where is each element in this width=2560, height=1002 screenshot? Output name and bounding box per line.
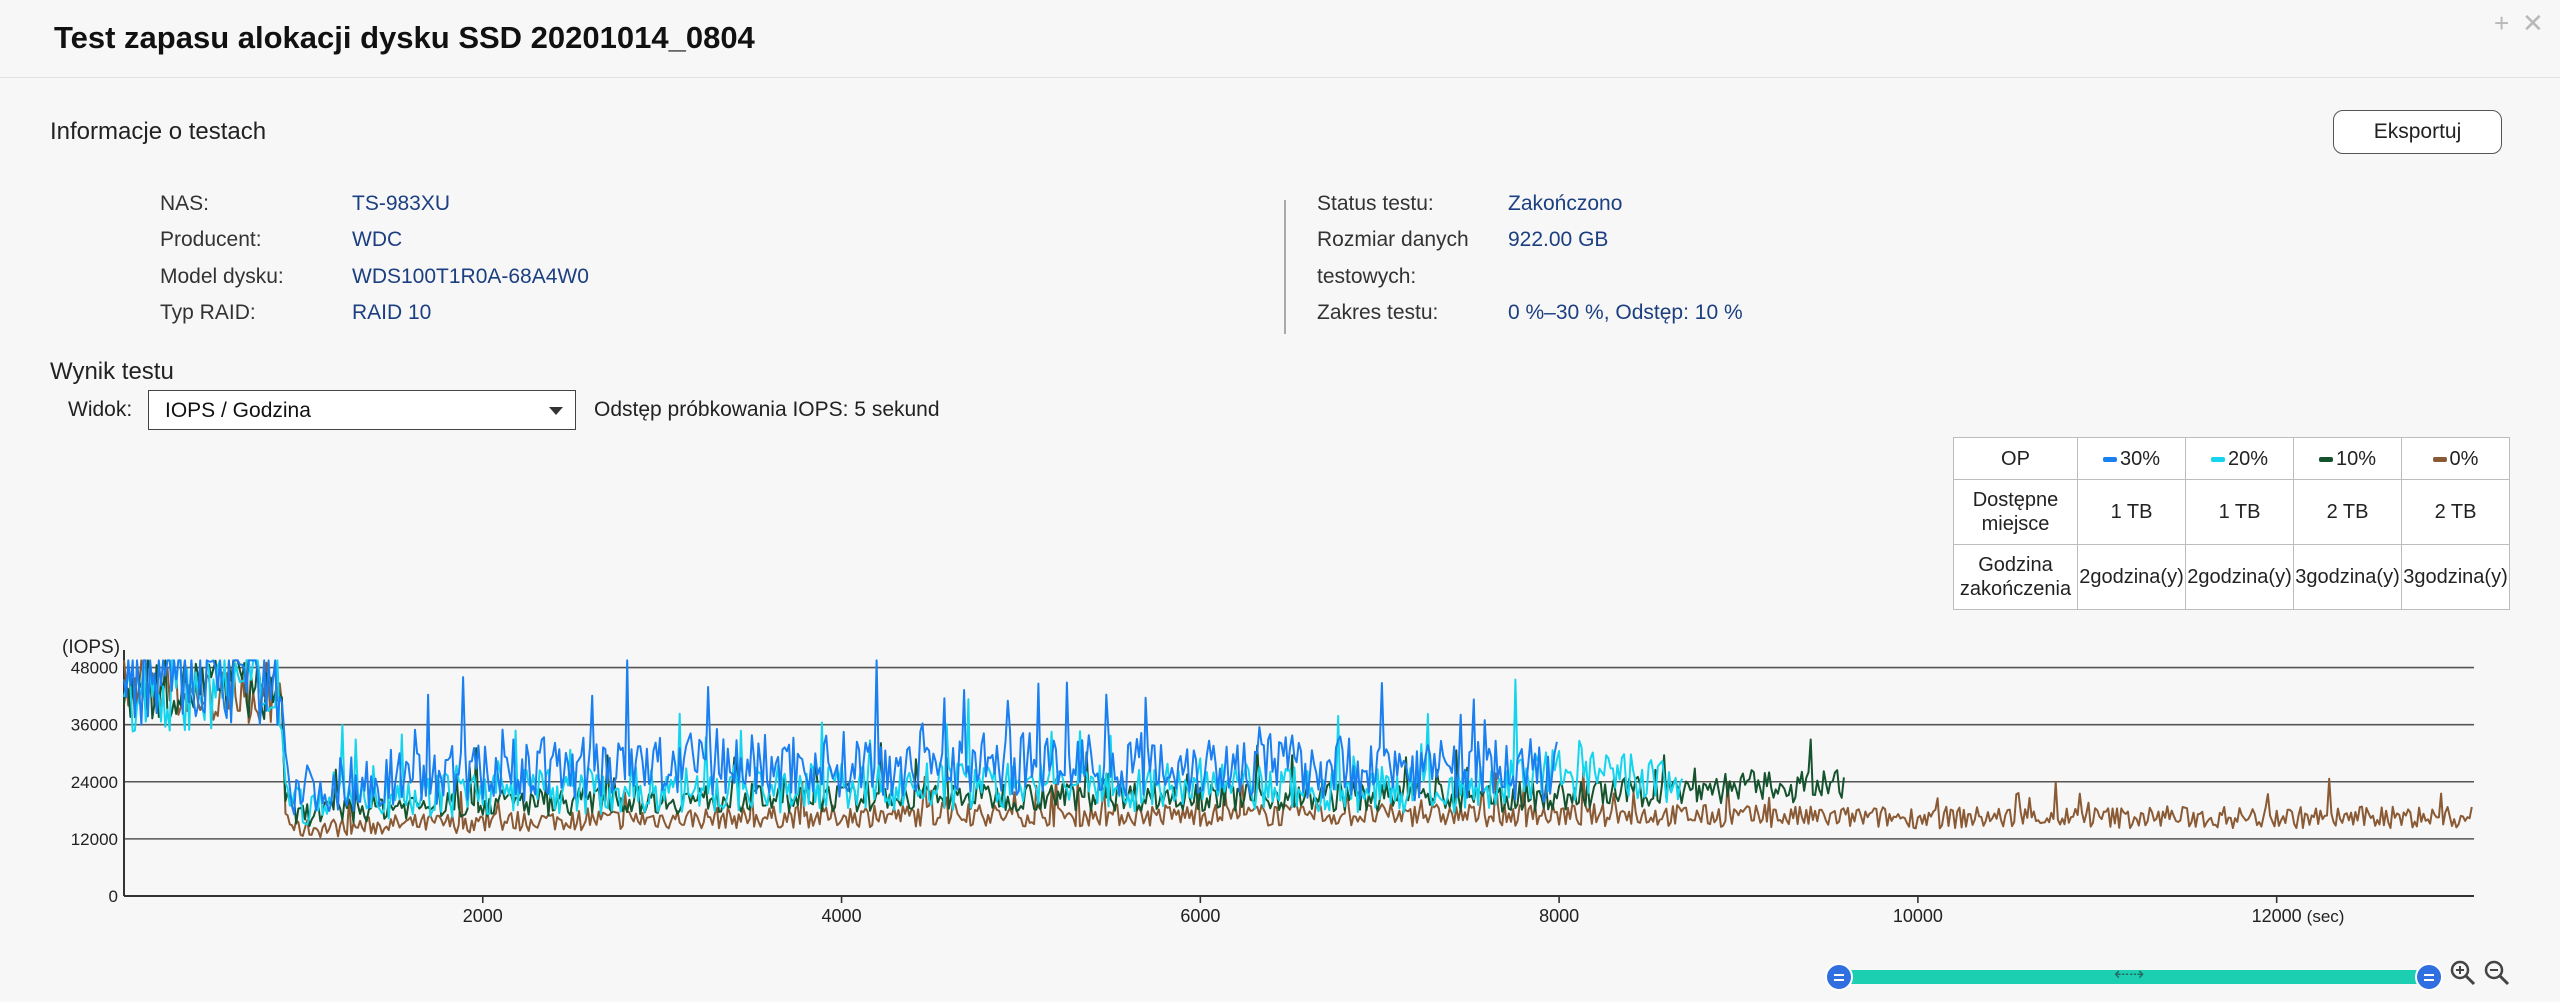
test-range-label: Zakres testu: <box>1317 301 1439 324</box>
y-tick-label-36000: 36000 <box>71 716 118 735</box>
op-col-20-label: 20% <box>2227 447 2269 470</box>
data-size-label-2: testowych: <box>1317 265 1417 288</box>
export-button[interactable]: Eksportuj <box>2333 110 2502 154</box>
vendor-value: WDC <box>352 228 403 251</box>
x-tick-label-10000: 10000 <box>1893 906 1943 926</box>
x-tick-label-4000: 4000 <box>822 906 862 926</box>
legend-mark-20 <box>2210 456 2225 462</box>
pan-arrows-icon[interactable]: ⇠⇢ <box>2114 964 2144 985</box>
op-time-label-2: zakończenia <box>1959 578 2072 600</box>
view-label: Widok: <box>68 398 133 421</box>
op-table: OP 30% 20% 10% 0% Dostępne miejsce 1 TB 1… <box>1953 437 2510 610</box>
legend-mark-10 <box>2318 456 2333 462</box>
op-col-0: 0% <box>2401 437 2510 480</box>
info-divider <box>1284 200 1286 334</box>
x-axis-unit-label: (sec) <box>2307 907 2345 926</box>
y-tick-label-0: 0 <box>109 887 118 906</box>
y-tick-label-24000: 24000 <box>71 773 118 792</box>
close-icon[interactable]: ✕ <box>2522 8 2544 38</box>
result-section-title: Wynik testu <box>50 358 174 385</box>
op-space-label: Dostępne miejsce <box>1953 479 2078 545</box>
page-title: Test zapasu alokacji dysku SSD 20201014_… <box>54 20 755 55</box>
y-tick-label-48000: 48000 <box>71 659 118 678</box>
disk-model-label: Model dysku: <box>160 265 284 288</box>
op-time-label: Godzina zakończenia <box>1953 544 2078 610</box>
x-tick-label-8000: 8000 <box>1539 906 1579 926</box>
view-select-value: IOPS / Godzina <box>165 399 311 422</box>
test-status-label: Status testu: <box>1317 192 1434 215</box>
op-col-30: 30% <box>2077 437 2186 480</box>
op-col-30-label: 30% <box>2119 447 2161 470</box>
nas-value: TS-983XU <box>352 192 451 215</box>
zoom-out-icon[interactable] <box>2482 958 2512 988</box>
op-time-row: Godzina zakończenia 2godzina(y) 2godzina(… <box>1953 544 2510 610</box>
op-header-row: OP 30% 20% 10% 0% <box>1953 437 2510 480</box>
nas-label: NAS: <box>160 192 210 215</box>
op-time-10: 3godzina(y) <box>2293 544 2402 610</box>
x-tick-label-12000: 12000 <box>2252 906 2302 926</box>
op-col-0-label: 0% <box>2449 447 2479 470</box>
disk-model-value: WDS100T1R0A-68A4W0 <box>352 265 589 288</box>
x-tick-label-2000: 2000 <box>463 906 503 926</box>
zoom-range-end-handle[interactable] <box>2415 963 2443 991</box>
op-space-10: 2 TB <box>2293 479 2402 545</box>
op-header-cell: OP <box>1953 437 2078 480</box>
test-range-value: 0 %–30 %, Odstęp: 10 % <box>1508 301 1743 324</box>
op-space-label-2: miejsce <box>1981 513 2050 535</box>
op-col-10-label: 10% <box>2335 447 2377 470</box>
op-space-label-1: Dostępne <box>1972 489 2059 511</box>
legend-mark-30 <box>2102 456 2117 462</box>
data-size-label: Rozmiar danych <box>1317 228 1469 251</box>
zoom-range-start-handle[interactable] <box>1825 963 1853 991</box>
title-bar: Test zapasu alokacji dysku SSD 20201014_… <box>0 0 2560 78</box>
x-tick-label-6000: 6000 <box>1180 906 1220 926</box>
sampling-interval-text: Odstęp próbkowania IOPS: 5 sekund <box>594 398 940 421</box>
y-tick-label-12000: 12000 <box>71 830 118 849</box>
raid-type-label: Typ RAID: <box>160 301 256 324</box>
legend-mark-0 <box>2432 456 2447 462</box>
op-time-30: 2godzina(y) <box>2077 544 2186 610</box>
test-status-value: Zakończono <box>1508 192 1623 215</box>
data-size-value: 922.00 GB <box>1508 228 1609 251</box>
raid-type-value: RAID 10 <box>352 301 432 324</box>
chevron-down-icon <box>549 407 563 415</box>
view-select[interactable]: IOPS / Godzina <box>148 390 576 430</box>
op-space-row: Dostępne miejsce 1 TB 1 TB 2 TB 2 TB <box>1953 479 2510 545</box>
op-time-20: 2godzina(y) <box>2185 544 2294 610</box>
op-time-label-1: Godzina <box>1978 554 2053 576</box>
op-col-20: 20% <box>2185 437 2294 480</box>
pin-icon[interactable]: + <box>2494 8 2509 38</box>
op-space-20: 1 TB <box>2185 479 2294 545</box>
op-time-0: 3godzina(y) <box>2401 544 2510 610</box>
op-space-30: 1 TB <box>2077 479 2186 545</box>
op-col-10: 10% <box>2293 437 2402 480</box>
vendor-label: Producent: <box>160 228 262 251</box>
op-space-0: 2 TB <box>2401 479 2510 545</box>
iops-chart: 0 12000 24000 36000 48000 2000 4000 6000 8000 100… <box>71 650 2474 926</box>
zoom-in-icon[interactable] <box>2448 958 2478 988</box>
info-section-title: Informacje o testach <box>50 118 267 145</box>
